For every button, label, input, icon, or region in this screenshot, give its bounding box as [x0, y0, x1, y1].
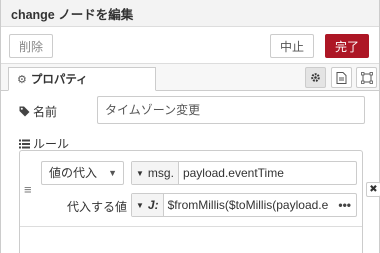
target-property-value: payload.eventTime: [182, 166, 284, 180]
value-label: 代入する値: [67, 200, 128, 214]
caret-down-icon: ▼: [136, 200, 144, 210]
target-type-select[interactable]: ▼ msg.: [132, 162, 179, 184]
target-property-input[interactable]: ▼ msg. payload.eventTime: [131, 161, 357, 185]
button-row: 削除 中止 完了: [1, 27, 379, 64]
name-label: 名前: [19, 103, 57, 120]
value-type-select[interactable]: ▼ J:: [132, 194, 164, 216]
edit-dialog: change ノードを編集 削除 中止 完了 ⚙ プロパティ 名前 タイムゾーン…: [0, 0, 380, 253]
rule-action-select[interactable]: 値の代入 ▼: [41, 161, 124, 185]
done-button[interactable]: 完了: [325, 34, 369, 58]
jsonata-type-label: J:: [147, 198, 159, 212]
description-tab-icon[interactable]: [331, 67, 352, 88]
caret-down-icon: ▼: [136, 168, 144, 178]
list-icon: [19, 139, 30, 148]
tabs-bar: ⚙ プロパティ: [1, 64, 379, 91]
tag-icon: [19, 106, 30, 117]
gear-icon: ⚙: [17, 73, 27, 86]
appearance-tab-icon[interactable]: [356, 67, 377, 88]
cancel-button[interactable]: 中止: [270, 34, 314, 58]
file-text-icon: [336, 71, 347, 84]
gear-icon: [311, 73, 320, 82]
value-expression-text: $fromMillis($toMillis(payload.event: [167, 198, 328, 212]
dialog-titlebar: change ノードを編集: [1, 0, 379, 27]
name-label-text: 名前: [33, 105, 58, 119]
chevron-down-icon: ▼: [108, 168, 117, 178]
rules-list: ≡ 値の代入 ▼ ▼ msg. payload.eventTime 代入する値 …: [19, 150, 380, 253]
tab-properties-label: プロパティ: [30, 74, 88, 86]
expand-editor-icon[interactable]: •••: [338, 198, 356, 212]
rule-item: ≡ 値の代入 ▼ ▼ msg. payload.eventTime 代入する値 …: [20, 151, 380, 227]
value-expression-input[interactable]: ▼ J: $fromMillis($toMillis(payload.event…: [131, 193, 357, 217]
frame-icon: [360, 71, 373, 84]
rule-action-value: 値の代入: [49, 166, 98, 180]
close-icon: ✖: [369, 184, 378, 195]
remove-rule-button[interactable]: ✖: [366, 182, 380, 197]
drag-handle-icon[interactable]: ≡: [24, 182, 32, 197]
tab-properties[interactable]: ⚙ プロパティ: [8, 67, 156, 91]
delete-button[interactable]: 削除: [9, 34, 53, 58]
settings-tab-icon[interactable]: [305, 67, 326, 88]
target-type-label: msg.: [147, 166, 174, 180]
name-input[interactable]: タイムゾーン変更: [97, 96, 365, 124]
dialog-title: change ノードを編集: [11, 7, 134, 22]
